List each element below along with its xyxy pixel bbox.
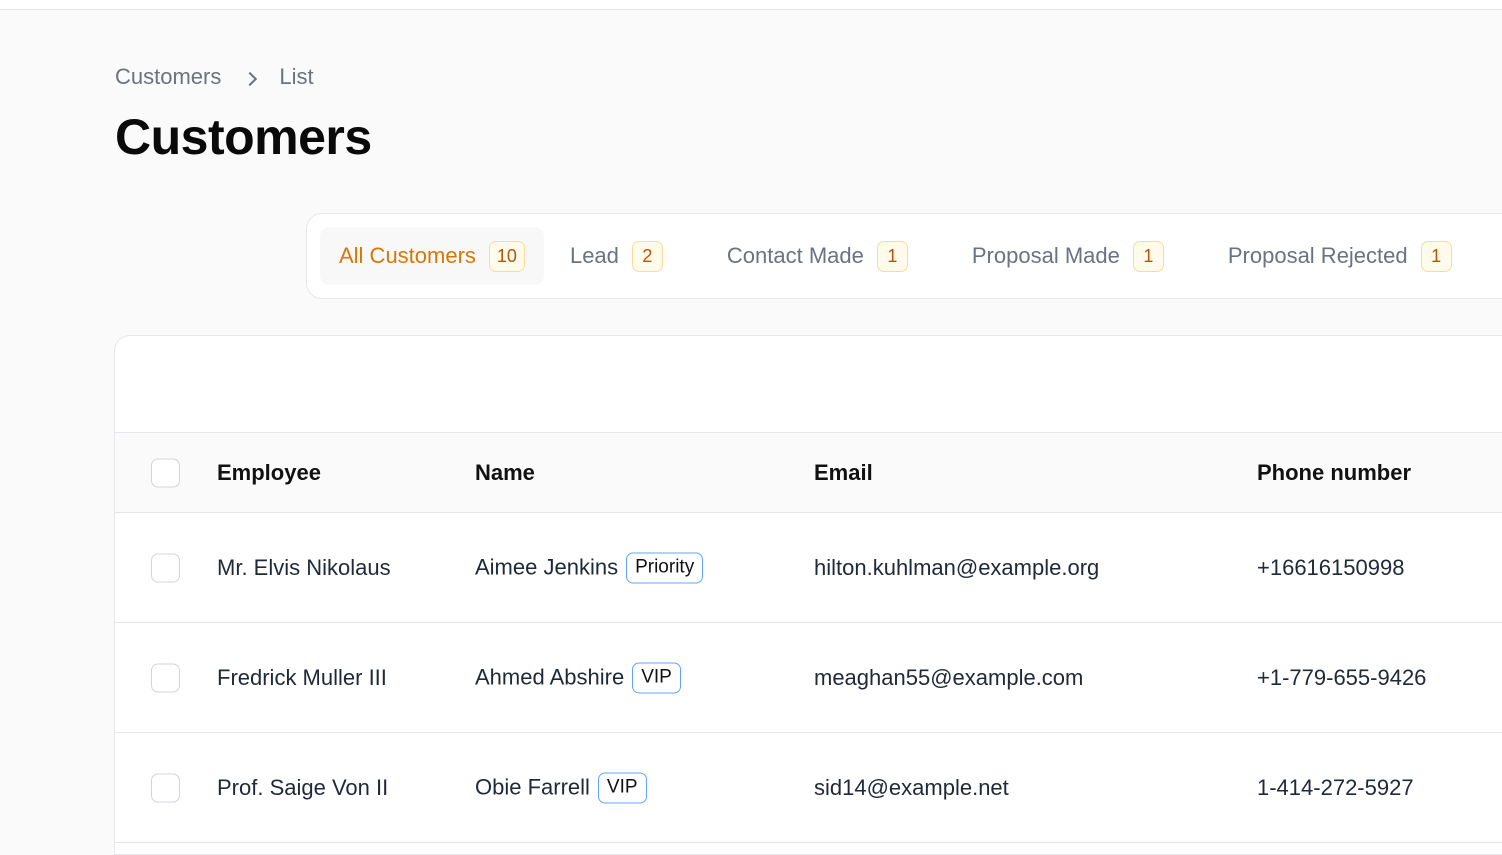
tab-proposal-made[interactable]: Proposal Made 1 (927, 227, 1183, 285)
table-row[interactable]: Prof. Saige Von II Obie Farrell VIP sid1… (115, 733, 1502, 843)
customers-table: Employee Name Email Phone number Mr. Elv… (114, 335, 1502, 855)
row-select-cell (151, 773, 180, 802)
tab-count-badge: 10 (488, 240, 525, 272)
chevron-right-icon (221, 64, 279, 90)
customer-name: Obie Farrell (475, 774, 590, 800)
tab-count-badge: 1 (1132, 240, 1164, 272)
name-cell: Ahmed Abshire VIP (475, 662, 681, 693)
tab-contact-made[interactable]: Contact Made 1 (682, 227, 927, 285)
row-select-cell (151, 663, 180, 692)
name-cell: Obie Farrell VIP (475, 772, 647, 803)
table-row[interactable]: Fredrick Muller III Ahmed Abshire VIP me… (115, 623, 1502, 733)
table-toolbar (115, 336, 1502, 433)
table-row[interactable]: Mr. Elvis Nikolaus Aimee Jenkins Priorit… (115, 513, 1502, 623)
tab-count-badge: 1 (1420, 240, 1452, 272)
customer-tag-badge: VIP (597, 772, 647, 803)
tab-label: Contact Made (726, 243, 864, 268)
table-header: Employee Name Email Phone number (115, 433, 1502, 513)
customer-tag-badge: VIP (632, 662, 681, 693)
column-header-employee[interactable]: Employee (217, 460, 321, 486)
page-title: Customers (115, 109, 372, 165)
employee-cell: Mr. Elvis Nikolaus (217, 554, 391, 580)
tab-label: Lead (569, 243, 619, 268)
tab-bar: All Customers 10 Lead 2 Contact Made 1 P… (306, 213, 1502, 299)
tab-count-badge: 2 (631, 240, 663, 272)
employee-cell: Fredrick Muller III (217, 664, 387, 690)
top-bar (0, 0, 1502, 10)
tab-all-customers[interactable]: All Customers 10 (320, 227, 544, 285)
phone-cell: 1-414-272-5927 (1257, 774, 1414, 800)
name-cell: Aimee Jenkins Priority (475, 552, 704, 583)
email-cell: meaghan55@example.com (814, 664, 1084, 690)
breadcrumb-current: List (279, 64, 314, 89)
row-checkbox[interactable] (151, 663, 180, 692)
tab-label: Proposal Made (971, 243, 1120, 268)
phone-cell: +1-779-655-9426 (1257, 664, 1427, 690)
tab-proposal-rejected[interactable]: Proposal Rejected 1 (1183, 227, 1471, 285)
row-select-cell (151, 553, 180, 582)
customer-name: Aimee Jenkins (475, 554, 619, 580)
phone-cell: +16616150998 (1257, 554, 1405, 580)
email-cell: sid14@example.net (814, 774, 1009, 800)
customer-name: Ahmed Abshire (475, 664, 625, 690)
column-header-name[interactable]: Name (475, 460, 535, 486)
breadcrumb-customers-link[interactable]: Customers (115, 64, 221, 90)
tab-label: All Customers (339, 243, 476, 268)
column-header-phone[interactable]: Phone number (1257, 460, 1411, 486)
tab-count-badge: 1 (876, 240, 908, 272)
employee-cell: Prof. Saige Von II (217, 774, 389, 800)
breadcrumb: Customers List (115, 64, 314, 90)
tab-label: Proposal Rejected (1227, 243, 1408, 268)
customer-tag-badge: Priority (626, 552, 704, 583)
column-header-email[interactable]: Email (814, 460, 873, 486)
row-checkbox[interactable] (151, 553, 180, 582)
select-all-cell (151, 458, 180, 487)
row-checkbox[interactable] (151, 773, 180, 802)
select-all-checkbox[interactable] (151, 458, 180, 487)
email-cell: hilton.kuhlman@example.org (814, 554, 1100, 580)
tab-lead[interactable]: Lead 2 (544, 227, 682, 285)
